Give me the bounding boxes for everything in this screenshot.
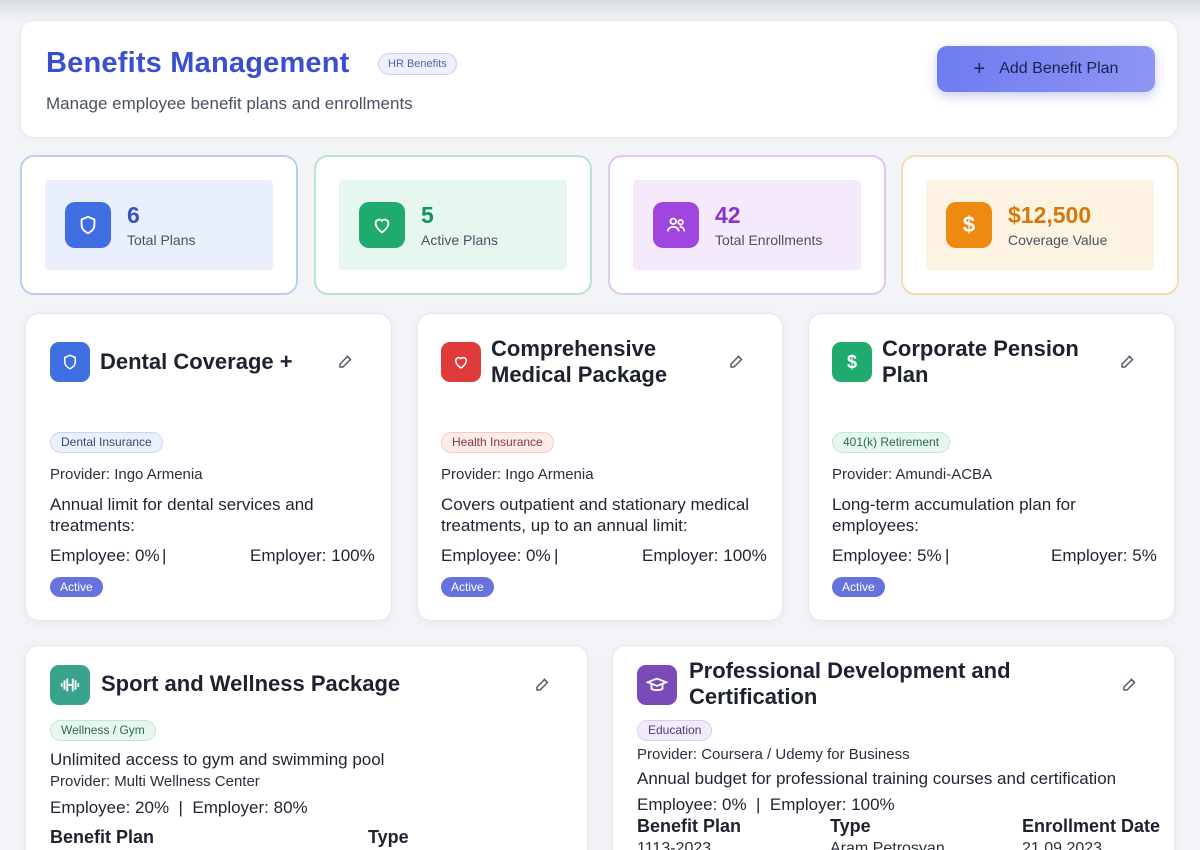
table-cell-date: 21.09.2023 [1022,840,1103,850]
status-badge: Active [832,577,885,597]
plan-card-medical: Comprehensive Medical Package Health Ins… [417,313,783,621]
stat-panel: 42 Total Enrollments [633,180,861,270]
plan-provider: Provider: Amundi-ACBA [832,466,993,483]
contribution-separator: | [554,546,559,565]
add-benefit-plan-label: Add Benefit Plan [999,60,1119,77]
stat-card-coverage-value: $ $12,500 Coverage Value [901,155,1179,295]
users-icon [653,202,699,248]
stat-label: Total Enrollments [715,232,823,248]
plan-description: Unlimited access to gym and swimming poo… [50,750,385,769]
top-shadow [0,0,1200,22]
plan-description: Long-term accumulation plan for employee… [832,495,1076,535]
plan-provider: Provider: Ingo Armenia [50,466,203,483]
hr-benefits-badge: HR Benefits [378,53,457,75]
table-header-enrollment-date: Enrollment Date [1022,816,1161,836]
category-tag: Wellness / Gym [50,720,156,741]
stat-value: $12,500 [1008,202,1092,228]
plan-title: Sport and Wellness Package [101,671,401,696]
dollar-icon: $ [946,202,992,248]
category-tag: Education [637,720,713,741]
shield-icon [50,342,90,382]
stat-label: Active Plans [421,232,499,248]
employee-contribution: Employee: 0% [50,546,160,565]
stat-value: 42 [715,202,741,228]
stat-label: Coverage Value [1008,232,1108,248]
table-cell-employee: Aram Petrosyan [830,840,945,850]
plan-description: Annual budget for professional training … [637,769,1117,788]
plan-card-wellness: Sport and Wellness Package Wellness / Gy… [25,645,588,850]
plan-description: Covers outpatient and stationary medical… [441,495,750,535]
plus-icon: + [973,58,986,80]
plan-description: Annual limit for dental services and tre… [50,495,314,535]
dumbbell-icon [50,665,90,705]
edit-icon[interactable] [728,352,746,370]
plan-provider: Provider: Ingo Armenia [441,466,594,483]
stat-card-total-enrollments: 42 Total Enrollments [608,155,886,295]
plan-card-pension: $ Corporate Pension Plan 401(k) Retireme… [808,313,1175,621]
page-subtitle: Manage employee benefit plans and enroll… [46,94,413,113]
plan-contribution: Employee: 0% | Employer: 100% [637,795,895,814]
plan-card-education: Professional Development and Certificati… [612,645,1175,850]
table-cell-plan-id: 1113-2023 [637,840,712,850]
edit-icon[interactable] [1119,352,1137,370]
edit-icon[interactable] [534,675,552,693]
plan-contribution: Employee: 20% | Employer: 80% [50,798,308,817]
edit-icon[interactable] [1121,675,1139,693]
stat-panel: 6 Total Plans [45,180,273,270]
plan-title: Dental Coverage + [100,349,293,374]
stat-card-total-plans: 6 Total Plans [20,155,298,295]
category-tag: 401(k) Retirement [832,432,951,453]
status-badge: Active [441,577,494,597]
plan-title: Professional Development and Certificati… [689,658,1011,709]
heart-icon [359,202,405,248]
edit-icon[interactable] [337,352,355,370]
employer-contribution: Employer: 5% [1051,546,1157,565]
stat-panel: 5 Active Plans [339,180,567,270]
plan-provider: Provider: Multi Wellness Center [50,773,260,790]
plan-title: Corporate Pension Plan [882,336,1079,387]
stat-value: 5 [421,202,434,228]
plan-provider: Provider: Coursera / Udemy for Business [637,746,910,763]
contribution-separator: | [945,546,950,565]
table-header-benefit-plan: Benefit Plan [50,827,155,847]
page-header: Benefits Management HR Benefits Manage e… [20,20,1178,138]
shield-icon [65,202,111,248]
heart-icon [441,342,481,382]
table-header-benefit-plan: Benefit Plan [637,816,742,836]
contribution-separator: | [162,546,167,565]
graduation-cap-icon [637,665,677,705]
plan-title: Comprehensive Medical Package [491,336,668,387]
dollar-icon: $ [832,342,872,382]
employer-contribution: Employer: 100% [642,546,767,565]
add-benefit-plan-button[interactable]: + Add Benefit Plan [937,46,1155,92]
table-header-type: Type [368,827,409,847]
employer-contribution: Employer: 100% [250,546,375,565]
employee-contribution: Employee: 5% [832,546,942,565]
status-badge: Active [50,577,103,597]
stat-panel: $ $12,500 Coverage Value [926,180,1154,270]
page-title: Benefits Management [46,47,350,79]
category-tag: Dental Insurance [50,432,163,453]
category-tag: Health Insurance [441,432,554,453]
stat-value: 6 [127,202,140,228]
plan-card-dental: Dental Coverage + Dental Insurance Provi… [25,313,392,621]
table-header-type: Type [830,816,871,836]
stat-label: Total Plans [127,232,196,248]
employee-contribution: Employee: 0% [441,546,551,565]
stat-card-active-plans: 5 Active Plans [314,155,592,295]
